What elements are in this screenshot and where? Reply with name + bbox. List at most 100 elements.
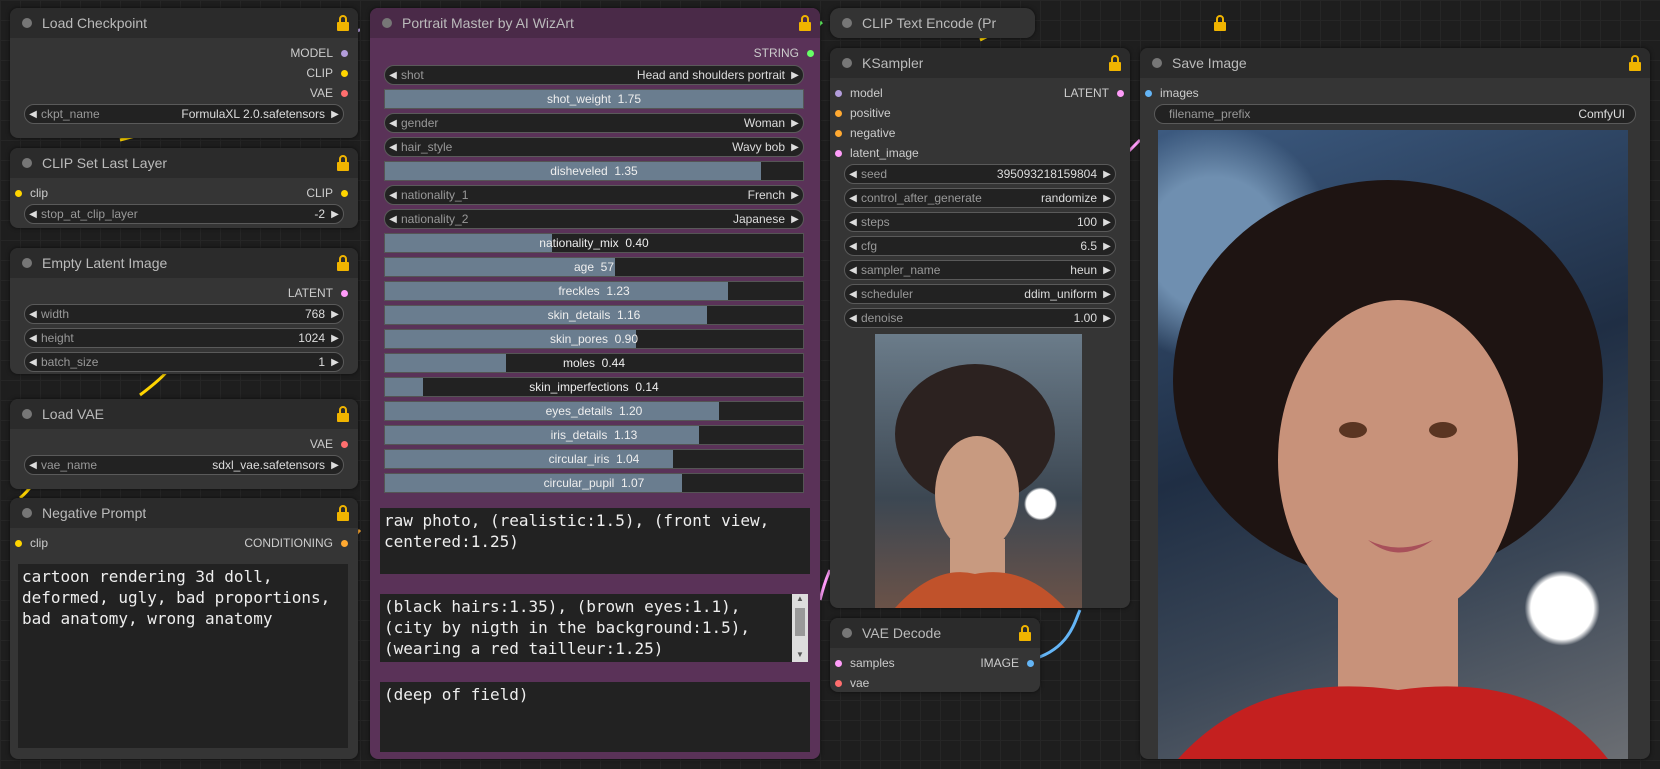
stop-at-clip-layer-stepper[interactable]: ◀ stop_at_clip_layer -2 ▶	[24, 204, 344, 224]
arrow-left-icon[interactable]: ◀	[845, 265, 861, 276]
output-pin[interactable]	[341, 89, 348, 97]
scrollbar-thumb[interactable]	[795, 608, 805, 636]
arrow-right-icon[interactable]: ▶	[327, 333, 343, 344]
input-positive[interactable]: positive	[835, 105, 891, 121]
negative-prompt-node[interactable]: Negative Prompt clip CONDITIONING cartoo…	[10, 498, 358, 759]
denoise-stepper[interactable]: ◀ denoise 1.00 ▶	[844, 308, 1116, 328]
arrow-right-icon[interactable]: ▶	[787, 214, 803, 225]
arrow-left-icon[interactable]: ◀	[845, 313, 861, 324]
prompt-additional-textarea[interactable]: (black hairs:1.35), (brown eyes:1.1), (c…	[380, 594, 792, 662]
eyes-details-slider[interactable]: eyes_details 1.20	[384, 401, 804, 421]
output-pin[interactable]	[341, 289, 348, 297]
output-pin[interactable]	[1117, 89, 1124, 97]
sampler-name-combo[interactable]: ◀ sampler_name heun ▶	[844, 260, 1116, 280]
output-string[interactable]: STRING	[754, 45, 814, 61]
lock-icon[interactable]	[798, 15, 812, 31]
circular-iris-slider[interactable]: circular_iris 1.04	[384, 449, 804, 469]
control-after-generate-combo[interactable]: ◀ control_after_generate randomize ▶	[844, 188, 1116, 208]
vae-decode-node[interactable]: VAE Decode samples IMAGE vae	[830, 618, 1040, 692]
input-vae[interactable]: vae	[835, 675, 869, 691]
arrow-left-icon[interactable]: ◀	[385, 142, 401, 153]
steps-stepper[interactable]: ◀ steps 100 ▶	[844, 212, 1116, 232]
arrow-right-icon[interactable]: ▶	[1099, 241, 1115, 252]
clip-text-encode-node[interactable]: CLIP Text Encode (Pr	[830, 8, 1035, 38]
lock-icon[interactable]	[1108, 55, 1122, 71]
nationality-1-combo[interactable]: ◀ nationality_1 French ▶	[384, 185, 804, 205]
width-stepper[interactable]: ◀ width 768 ▶	[24, 304, 344, 324]
moles-slider[interactable]: moles 0.44	[384, 353, 804, 373]
output-pin[interactable]	[1027, 659, 1034, 667]
collapse-dot[interactable]	[22, 258, 32, 268]
nationality-mix-slider[interactable]: nationality_mix 0.40	[384, 233, 804, 253]
arrow-right-icon[interactable]: ▶	[787, 70, 803, 81]
input-pin[interactable]	[835, 129, 842, 137]
load-checkpoint-node[interactable]: Load Checkpoint MODEL CLIP VAE ◀ ckpt_nam…	[10, 8, 358, 138]
node-title-bar[interactable]: Load Checkpoint	[10, 8, 358, 38]
arrow-left-icon[interactable]: ◀	[845, 169, 861, 180]
input-images[interactable]: images	[1145, 85, 1199, 101]
collapse-dot[interactable]	[22, 508, 32, 518]
arrow-left-icon[interactable]: ◀	[25, 309, 41, 320]
output-clip[interactable]: CLIP	[306, 65, 348, 81]
arrow-right-icon[interactable]: ▶	[1099, 169, 1115, 180]
output-image[interactable]: IMAGE	[980, 655, 1034, 671]
node-title-bar[interactable]: Load VAE	[10, 399, 358, 429]
lock-icon[interactable]	[1018, 625, 1032, 641]
collapse-dot[interactable]	[22, 18, 32, 28]
collapse-dot[interactable]	[842, 18, 852, 28]
arrow-right-icon[interactable]: ▶	[327, 460, 343, 471]
output-pin[interactable]	[341, 49, 348, 57]
age-slider[interactable]: age 57	[384, 257, 804, 277]
input-pin[interactable]	[15, 539, 22, 547]
shot-combo[interactable]: ◀ shot Head and shoulders portrait ▶	[384, 65, 804, 85]
input-pin[interactable]	[15, 189, 22, 197]
skin-details-slider[interactable]: skin_details 1.16	[384, 305, 804, 325]
seed-stepper[interactable]: ◀ seed 395093218159804 ▶	[844, 164, 1116, 184]
save-image-node[interactable]: Save Image images filename_prefix ComfyUI	[1140, 48, 1650, 759]
shot-weight-slider[interactable]: shot_weight 1.75	[384, 89, 804, 109]
collapse-dot[interactable]	[842, 58, 852, 68]
output-pin[interactable]	[341, 69, 348, 77]
node-title-bar[interactable]: KSampler	[830, 48, 1130, 78]
input-pin[interactable]	[835, 679, 842, 687]
input-pin[interactable]	[835, 659, 842, 667]
node-title-bar[interactable]: CLIP Set Last Layer	[10, 148, 358, 178]
output-conditioning[interactable]: CONDITIONING	[244, 535, 348, 551]
arrow-left-icon[interactable]: ◀	[385, 118, 401, 129]
ksampler-node[interactable]: KSampler model LATENT positive negative …	[830, 48, 1130, 608]
ckpt-name-combo[interactable]: ◀ ckpt_name FormulaXL 2.0.safetensors ▶	[24, 104, 344, 124]
prompt-start-textarea[interactable]: raw photo, (realistic:1.5), (front view,…	[380, 508, 810, 574]
scroll-down-icon[interactable]: ▼	[792, 650, 808, 662]
arrow-right-icon[interactable]: ▶	[1099, 289, 1115, 300]
lock-icon[interactable]	[336, 255, 350, 271]
input-pin[interactable]	[1145, 89, 1152, 97]
arrow-left-icon[interactable]: ◀	[25, 209, 41, 220]
node-title-bar[interactable]: Negative Prompt	[10, 498, 358, 528]
lock-icon[interactable]	[336, 505, 350, 521]
input-pin[interactable]	[835, 149, 842, 157]
output-pin[interactable]	[341, 189, 348, 197]
arrow-left-icon[interactable]: ◀	[385, 190, 401, 201]
arrow-left-icon[interactable]: ◀	[845, 217, 861, 228]
arrow-left-icon[interactable]: ◀	[25, 333, 41, 344]
output-vae[interactable]: VAE	[310, 436, 348, 452]
arrow-left-icon[interactable]: ◀	[25, 460, 41, 471]
gender-combo[interactable]: ◀ gender Woman ▶	[384, 113, 804, 133]
arrow-left-icon[interactable]: ◀	[845, 289, 861, 300]
output-vae[interactable]: VAE	[310, 85, 348, 101]
nationality-2-combo[interactable]: ◀ nationality_2 Japanese ▶	[384, 209, 804, 229]
output-latent[interactable]: LATENT	[288, 285, 348, 301]
node-title-bar[interactable]: Empty Latent Image	[10, 248, 358, 278]
collapse-dot[interactable]	[22, 158, 32, 168]
input-model[interactable]: model	[835, 85, 883, 101]
output-clip[interactable]: CLIP	[306, 185, 348, 201]
arrow-right-icon[interactable]: ▶	[327, 209, 343, 220]
freckles-slider[interactable]: freckles 1.23	[384, 281, 804, 301]
arrow-left-icon[interactable]: ◀	[25, 109, 41, 120]
input-clip[interactable]: clip	[15, 185, 48, 201]
collapse-dot[interactable]	[842, 628, 852, 638]
arrow-right-icon[interactable]: ▶	[327, 357, 343, 368]
negative-prompt-textarea[interactable]: cartoon rendering 3d doll, deformed, ugl…	[18, 564, 348, 748]
input-clip[interactable]: clip	[15, 535, 48, 551]
prompt-end-textarea[interactable]: (deep of field)	[380, 682, 810, 752]
